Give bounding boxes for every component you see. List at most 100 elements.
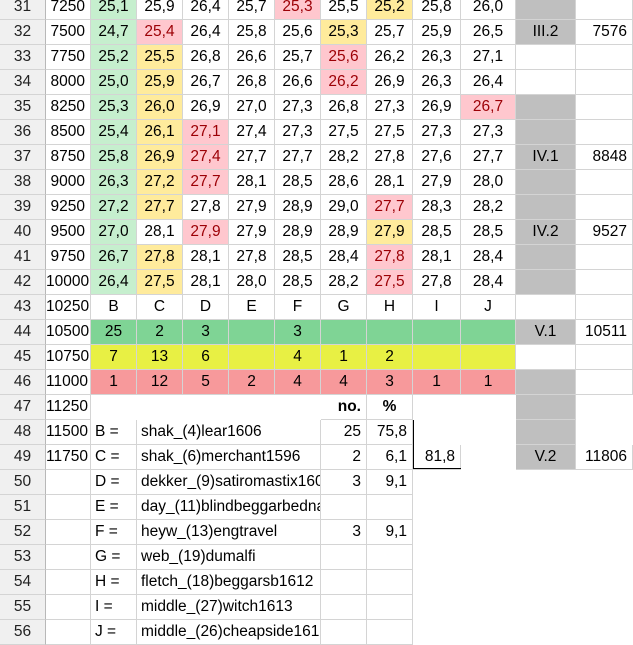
cell-value[interactable]: 26,2 — [321, 70, 367, 95]
cell-value[interactable]: 25,1 — [91, 0, 137, 20]
band-cell[interactable]: 1 — [413, 370, 461, 395]
header-pct[interactable]: % — [367, 395, 413, 420]
cell-value[interactable]: 26,2 — [367, 45, 413, 70]
cell-value[interactable]: 26,6 — [275, 70, 321, 95]
legend-name[interactable]: web_(19)dumalfi — [137, 545, 321, 570]
legend-key[interactable]: H = — [91, 570, 137, 595]
band-cell[interactable]: 2 — [367, 345, 413, 370]
cell-l[interactable] — [576, 270, 633, 295]
cell-value[interactable]: 27,0 — [229, 95, 275, 120]
cell-value[interactable]: 26,4 — [183, 20, 229, 45]
cell-value[interactable]: 28,1 — [183, 270, 229, 295]
cell-k[interactable]: III.2 — [516, 20, 576, 45]
band-cell[interactable]: 1 — [321, 345, 367, 370]
cell-value[interactable]: 28,2 — [461, 195, 516, 220]
cell-value[interactable]: 28,9 — [321, 220, 367, 245]
cell-a[interactable] — [46, 595, 91, 620]
legend-key[interactable]: G = — [91, 545, 137, 570]
cell-value[interactable]: 27,7 — [367, 195, 413, 220]
legend-count[interactable]: 3 — [321, 520, 367, 545]
cell-k[interactable] — [516, 0, 576, 20]
cell-value[interactable]: 27,6 — [413, 145, 461, 170]
cell-value[interactable]: 26,4 — [91, 270, 137, 295]
cell-value[interactable]: 25,7 — [275, 45, 321, 70]
cell-value[interactable]: 27,5 — [137, 270, 183, 295]
cell-value[interactable]: 25,3 — [275, 0, 321, 20]
band-cell[interactable]: 4 — [275, 370, 321, 395]
band-cell[interactable]: 3 — [183, 320, 229, 345]
cell-value[interactable]: 27,4 — [229, 120, 275, 145]
cell-k[interactable] — [516, 45, 576, 70]
cell-value[interactable]: 26,3 — [413, 70, 461, 95]
cell-k[interactable] — [516, 170, 576, 195]
cell-l[interactable] — [576, 170, 633, 195]
row-header[interactable]: 32 — [0, 20, 46, 45]
row-header[interactable]: 56 — [0, 620, 46, 645]
legend-name[interactable]: shak_(4)lear1606 — [137, 420, 321, 445]
cell-value[interactable]: 25,3 — [321, 20, 367, 45]
cell-value[interactable]: 27,7 — [461, 145, 516, 170]
cell-value[interactable]: 27,7 — [183, 170, 229, 195]
cell-a[interactable] — [46, 570, 91, 595]
cell-a[interactable] — [46, 520, 91, 545]
row-header[interactable]: 53 — [0, 545, 46, 570]
cell-l[interactable]: 11806 — [576, 445, 633, 470]
cell-value[interactable]: 27,9 — [413, 170, 461, 195]
cell-value[interactable]: 28,1 — [137, 220, 183, 245]
cell-k[interactable]: V.2 — [516, 445, 576, 470]
cell-k[interactable]: V.1 — [516, 320, 576, 345]
row-header[interactable]: 47 — [0, 395, 46, 420]
cell-value[interactable]: 27,4 — [183, 145, 229, 170]
cell-value[interactable]: 28,9 — [275, 220, 321, 245]
cell-value[interactable]: 27,9 — [183, 220, 229, 245]
row-header[interactable]: 36 — [0, 120, 46, 145]
cell-l[interactable] — [576, 245, 633, 270]
cell-value[interactable]: 28,1 — [413, 245, 461, 270]
cell-value[interactable]: 28,2 — [321, 270, 367, 295]
row-header[interactable]: 43 — [0, 295, 46, 320]
cell-k[interactable] — [516, 395, 576, 420]
cell-value[interactable]: 28,2 — [321, 145, 367, 170]
column-letter-label[interactable]: D — [183, 295, 229, 320]
cell-value[interactable]: 26,5 — [461, 20, 516, 45]
cell-a[interactable]: 10750 — [46, 345, 91, 370]
cell-value[interactable]: 28,1 — [367, 170, 413, 195]
band-cell[interactable]: 12 — [137, 370, 183, 395]
cell-value[interactable]: 25,6 — [275, 20, 321, 45]
legend-count[interactable]: 2 — [321, 445, 367, 470]
column-letter-label[interactable]: F — [275, 295, 321, 320]
row-header[interactable]: 34 — [0, 70, 46, 95]
cell-value[interactable]: 26,7 — [91, 245, 137, 270]
cell-a[interactable]: 7250 — [46, 0, 91, 20]
cell-value[interactable]: 28,5 — [461, 220, 516, 245]
cell-k[interactable] — [516, 95, 576, 120]
cell-value[interactable]: 27,9 — [229, 220, 275, 245]
cell-value[interactable]: 28,4 — [461, 270, 516, 295]
band-cell[interactable]: 3 — [275, 320, 321, 345]
cell-value[interactable]: 26,1 — [137, 120, 183, 145]
cell-value[interactable]: 28,0 — [229, 270, 275, 295]
legend-key[interactable]: E = — [91, 495, 137, 520]
legend-name[interactable]: middle_(26)cheapside1613 — [137, 620, 321, 645]
cell-a[interactable]: 11750 — [46, 445, 91, 470]
row-header[interactable]: 48 — [0, 420, 46, 445]
cell-value[interactable]: 27,3 — [275, 95, 321, 120]
cell-value[interactable]: 29,0 — [321, 195, 367, 220]
cell-value[interactable]: 27,1 — [183, 120, 229, 145]
legend-count[interactable] — [321, 595, 367, 620]
cell-value[interactable]: 25,4 — [91, 120, 137, 145]
row-header[interactable]: 40 — [0, 220, 46, 245]
band-cell[interactable]: 4 — [321, 370, 367, 395]
column-letter-label[interactable]: I — [413, 295, 461, 320]
band-cell[interactable] — [413, 320, 461, 345]
cell-value[interactable]: 24,7 — [91, 20, 137, 45]
legend-percent[interactable] — [367, 495, 413, 520]
row-header[interactable]: 54 — [0, 570, 46, 595]
cell-l[interactable]: 9527 — [576, 220, 633, 245]
header-no[interactable]: no. — [321, 395, 367, 420]
cell-k[interactable] — [516, 420, 576, 445]
legend-percent[interactable] — [367, 570, 413, 595]
cell-value[interactable]: 28,5 — [275, 170, 321, 195]
cell-l[interactable] — [576, 345, 633, 370]
cell-a[interactable]: 8250 — [46, 95, 91, 120]
